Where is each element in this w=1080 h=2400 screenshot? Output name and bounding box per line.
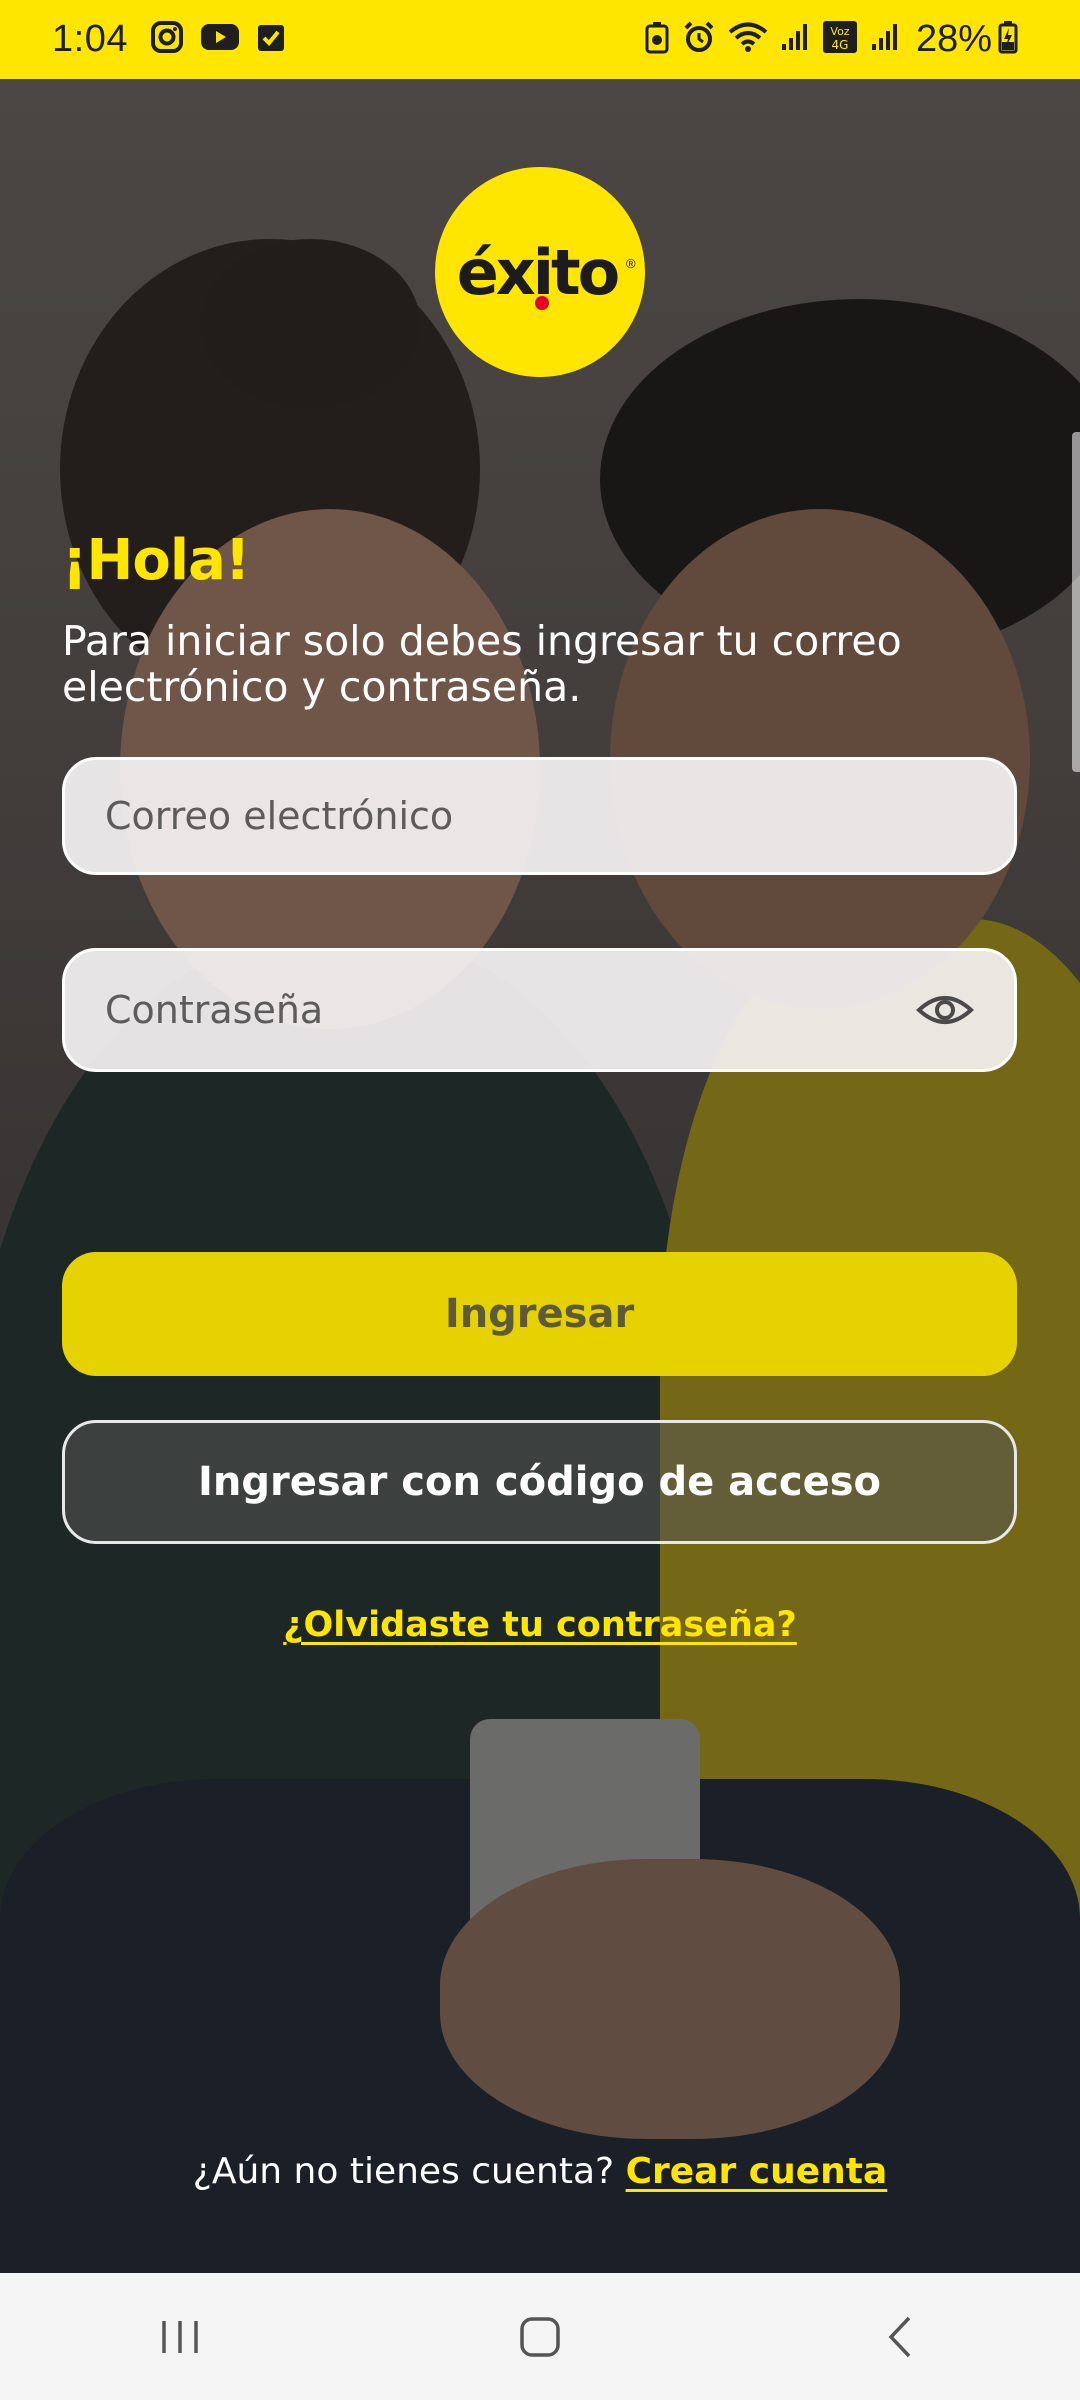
youtube-icon xyxy=(200,22,240,57)
no-account-text: ¿Aún no tienes cuenta? xyxy=(192,2151,615,2192)
scrollbar[interactable] xyxy=(1072,432,1080,772)
volte-icon: Voz 4G xyxy=(822,20,858,59)
logo-dot xyxy=(535,296,549,310)
create-account-link[interactable]: Crear cuenta xyxy=(626,2151,888,2192)
alarm-clock-icon xyxy=(682,20,716,59)
intro-text: Para iniciar solo debes ingresar tu corr… xyxy=(62,617,902,711)
status-right: Voz 4G 28% xyxy=(644,18,1030,61)
exito-logo: éxito xyxy=(435,167,645,377)
ingresar-button[interactable]: Ingresar xyxy=(62,1252,1017,1376)
password-input[interactable] xyxy=(105,988,916,1032)
checkbox-icon xyxy=(256,21,286,58)
navigation-bar xyxy=(0,2273,1080,2400)
eye-icon[interactable] xyxy=(916,990,974,1030)
recent-apps-icon[interactable] xyxy=(120,2287,240,2387)
registered-mark: ® xyxy=(626,256,636,271)
code-login-button[interactable]: Ingresar con código de acceso xyxy=(62,1420,1017,1544)
svg-text:Voz: Voz xyxy=(830,25,849,38)
battery-charging-icon xyxy=(998,20,1018,59)
back-icon[interactable] xyxy=(840,2287,960,2387)
battery-percentage: 28% xyxy=(915,18,992,60)
background-photo xyxy=(0,79,1080,2273)
signal-icon xyxy=(780,22,810,57)
status-left: 1:04 xyxy=(52,18,302,61)
greeting-title: ¡Hola! xyxy=(62,528,250,593)
password-field[interactable] xyxy=(62,948,1017,1072)
svg-text:4G: 4G xyxy=(831,38,848,52)
signup-row: ¿Aún no tienes cuenta? Crear cuenta xyxy=(0,2151,1080,2192)
email-input[interactable] xyxy=(105,794,974,838)
email-field[interactable] xyxy=(62,757,1017,875)
signal-icon xyxy=(870,22,900,57)
battery-saver-icon xyxy=(644,20,670,59)
home-icon[interactable] xyxy=(480,2287,600,2387)
forgot-password-link[interactable]: ¿Olvidaste tu contraseña? xyxy=(0,1605,1080,1645)
wifi-icon xyxy=(728,21,768,58)
status-time: 1:04 xyxy=(52,18,128,60)
instagram-icon xyxy=(150,20,184,59)
status-bar: 1:04 Voz 4G 28% xyxy=(0,0,1080,79)
